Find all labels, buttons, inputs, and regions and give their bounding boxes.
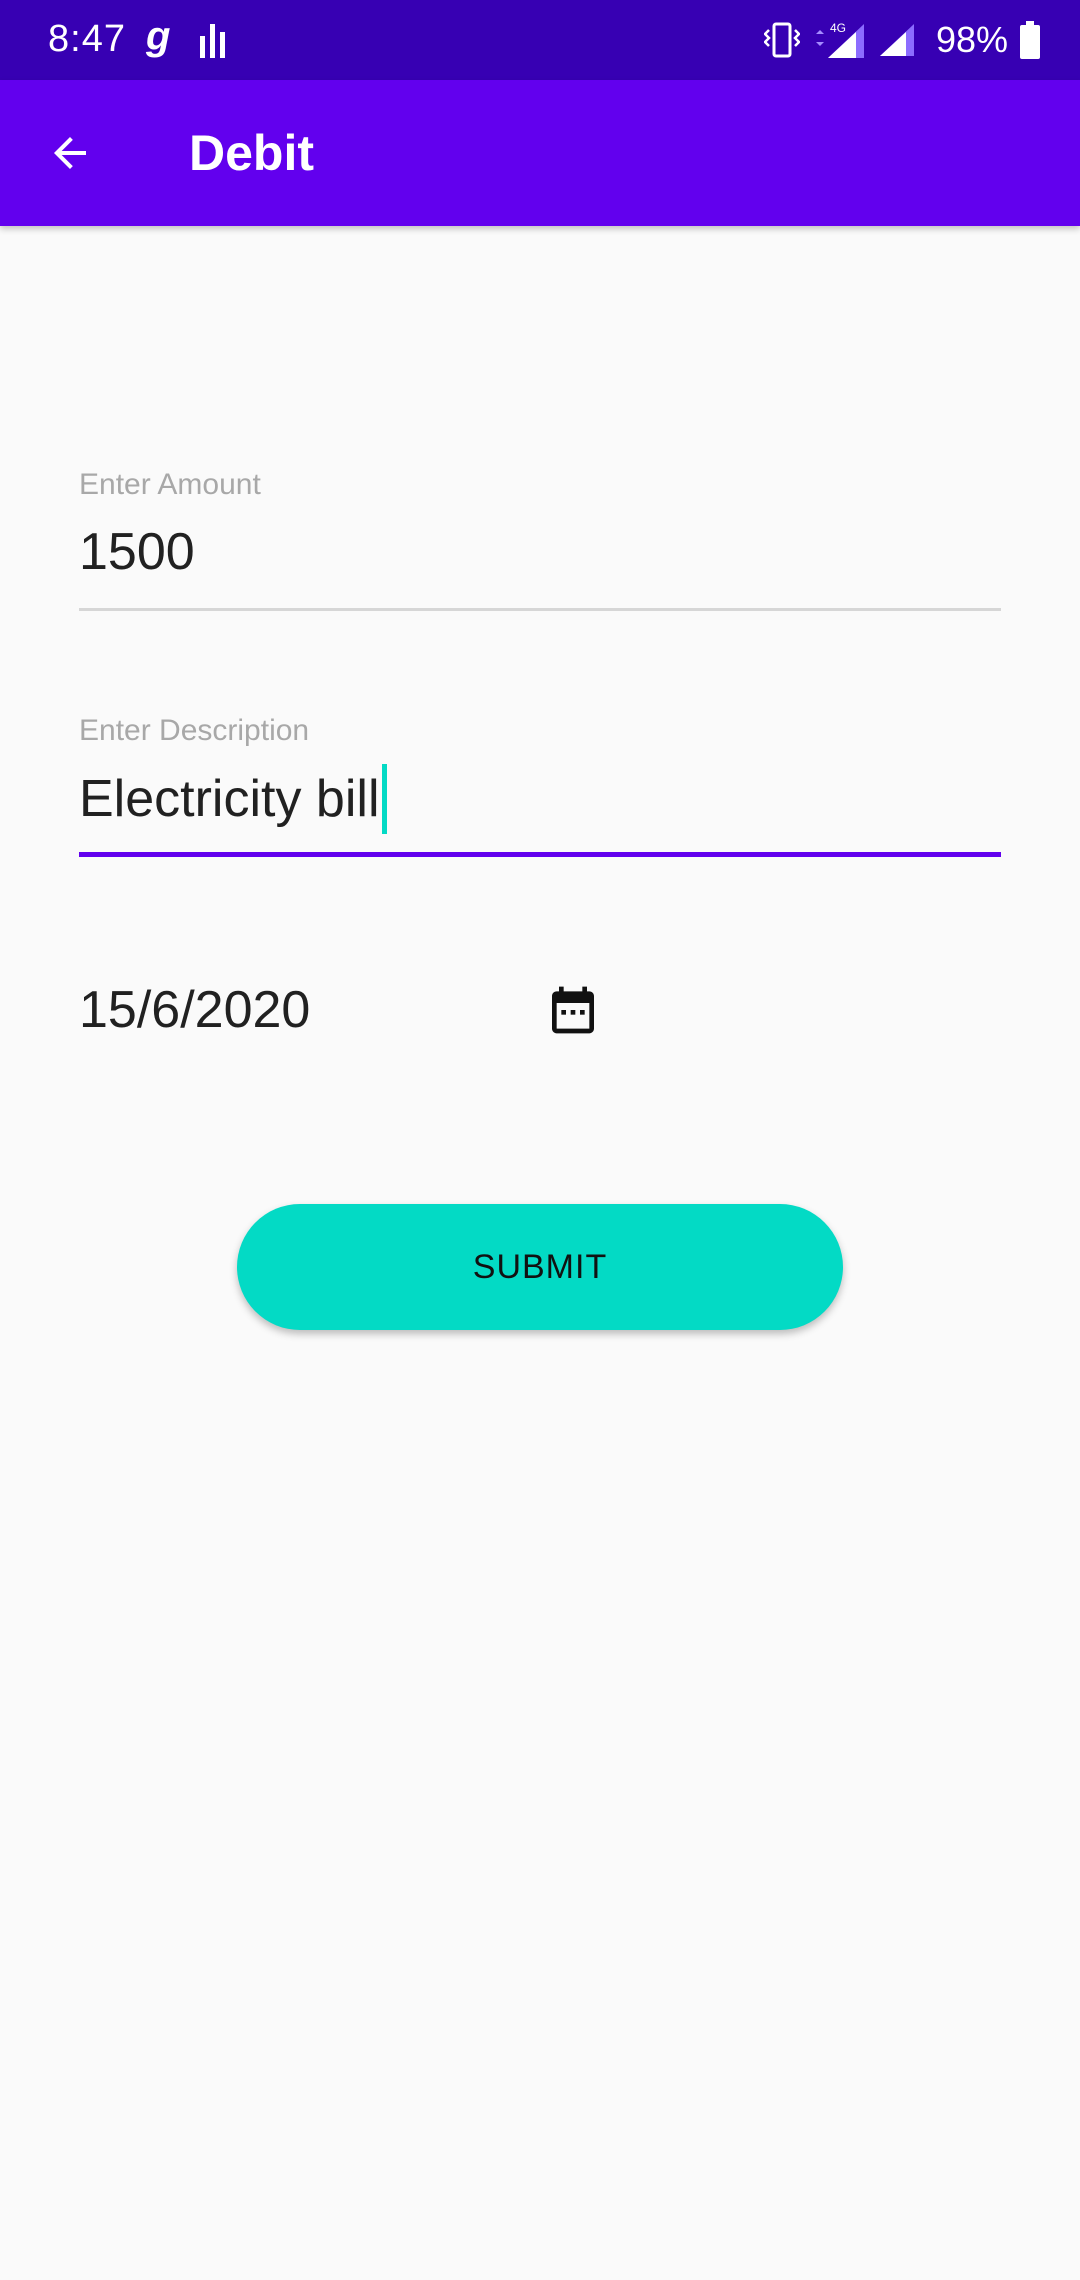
status-bar: 8:47 g 4G 98% bbox=[0, 0, 1080, 80]
network-label: 4G bbox=[830, 21, 846, 35]
status-right-group: 4G 98% bbox=[763, 14, 1040, 66]
amount-label: Enter Amount bbox=[79, 468, 261, 501]
description-value: Electricity bill bbox=[79, 770, 380, 828]
vibrate-icon bbox=[763, 22, 800, 58]
battery-percent: 98% bbox=[935, 19, 1008, 60]
amount-underline bbox=[79, 608, 1001, 611]
stats-bars-icon bbox=[200, 24, 225, 58]
calendar-button[interactable] bbox=[538, 975, 608, 1045]
description-label: Enter Description bbox=[79, 714, 310, 747]
amount-value[interactable]: 1500 bbox=[79, 522, 195, 582]
arrow-back-icon bbox=[54, 137, 86, 169]
battery-icon bbox=[1020, 21, 1040, 59]
text-cursor bbox=[381, 764, 387, 834]
status-time: 8:47 bbox=[48, 18, 126, 60]
description-input[interactable]: Electricity bill bbox=[79, 764, 387, 834]
page-title: Debit bbox=[189, 125, 314, 181]
submit-button[interactable]: SUBMIT bbox=[237, 1204, 843, 1330]
back-button[interactable] bbox=[30, 113, 110, 193]
description-field[interactable]: Enter Description Electricity bill bbox=[79, 708, 1001, 868]
signal-4g-icon: 4G bbox=[815, 21, 864, 58]
date-value[interactable]: 15/6/2020 bbox=[79, 980, 310, 1040]
app-bar: Debit bbox=[0, 80, 1080, 226]
signal-icon bbox=[879, 24, 914, 56]
amount-field[interactable]: Enter Amount 1500 bbox=[79, 462, 1001, 622]
carrier-glyph: g bbox=[146, 14, 171, 58]
description-underline bbox=[79, 852, 1001, 857]
calendar-icon bbox=[552, 986, 594, 1034]
